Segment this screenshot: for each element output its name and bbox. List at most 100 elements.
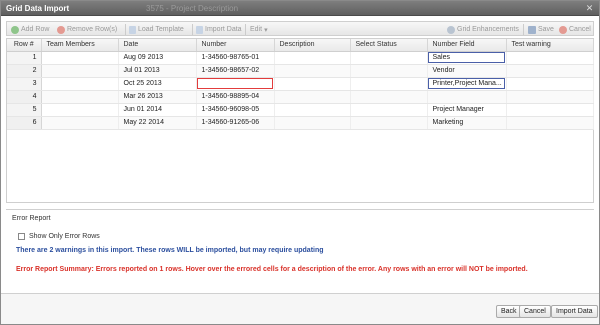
column-header-number[interactable]: Number xyxy=(196,39,275,52)
team-members-cell[interactable] xyxy=(41,103,119,117)
number-field-cell[interactable] xyxy=(427,90,507,104)
number-field-cell[interactable]: Project Manager xyxy=(427,103,507,117)
error-report-panel: Error Report Show Only Error Rows There … xyxy=(6,209,594,289)
row-number-cell: 6 xyxy=(7,116,42,130)
test-warning-cell[interactable] xyxy=(506,77,594,91)
description-cell[interactable] xyxy=(274,51,351,65)
table-row[interactable]: 5 Jun 01 2014 1-34560-96098-05 Project M… xyxy=(7,103,594,117)
edit-menu-button[interactable]: Edit ▾ xyxy=(250,24,268,35)
column-header-row-number[interactable]: Row # xyxy=(7,39,42,52)
cancel-toolbar-button[interactable]: Cancel xyxy=(559,24,591,35)
table-row[interactable]: 6 May 22 2014 1-34560-91265-06 Marketing xyxy=(7,116,594,130)
team-members-cell[interactable] xyxy=(41,64,119,78)
team-members-cell[interactable] xyxy=(41,90,119,104)
number-cell[interactable]: 1-34560-98765-01 xyxy=(196,51,275,65)
date-cell[interactable]: Jun 01 2014 xyxy=(118,103,197,117)
date-cell[interactable]: Jul 01 2013 xyxy=(118,64,197,78)
number-field-cell[interactable]: Sales xyxy=(427,51,507,65)
number-cell[interactable]: 1-34560-96098-05 xyxy=(196,103,275,117)
error-report-title: Error Report xyxy=(12,215,51,222)
import-data-button[interactable]: Import Data xyxy=(551,305,598,318)
grid-enhancements-label: Grid Enhancements xyxy=(457,26,519,33)
chevron-down-icon: ▾ xyxy=(264,26,268,34)
test-warning-cell[interactable] xyxy=(506,51,594,65)
number-cell[interactable]: 1-34560-98657-02 xyxy=(196,64,275,78)
toolbar-divider xyxy=(125,24,126,35)
cancel-toolbar-label: Cancel xyxy=(569,26,591,33)
number-field-cell[interactable]: Marketing xyxy=(427,116,507,130)
close-icon[interactable]: ✕ xyxy=(584,3,595,14)
show-only-error-rows-checkbox[interactable]: Show Only Error Rows xyxy=(18,233,100,240)
error-summary-message: Error Report Summary: Errors reported on… xyxy=(16,266,528,273)
dialog-title: Grid Data Import xyxy=(6,4,70,13)
description-cell[interactable] xyxy=(274,90,351,104)
row-number-cell: 1 xyxy=(7,51,42,65)
number-cell[interactable]: 1-34560-98895-04 xyxy=(196,90,275,104)
number-field-cell[interactable]: Printer,Project Mana... xyxy=(427,77,507,91)
checkbox-box[interactable] xyxy=(18,233,25,240)
table-row[interactable]: 4 Mar 26 2013 1-34560-98895-04 xyxy=(7,90,594,104)
test-warning-cell[interactable] xyxy=(506,64,594,78)
grid-header-row: Row # Team Members Date Number Descripti… xyxy=(7,39,594,52)
column-header-select-status[interactable]: Select Status xyxy=(350,39,428,52)
team-members-cell[interactable] xyxy=(41,51,119,65)
table-row[interactable]: 1 Aug 09 2013 1-34560-98765-01 Sales xyxy=(7,51,594,65)
number-cell-error[interactable] xyxy=(196,77,275,91)
column-header-test-warning[interactable]: Test warning xyxy=(506,39,594,52)
add-icon xyxy=(11,25,19,34)
column-header-date[interactable]: Date xyxy=(118,39,197,52)
description-cell[interactable] xyxy=(274,77,351,91)
date-cell[interactable]: Mar 26 2013 xyxy=(118,90,197,104)
import-data-toolbar-button[interactable]: Import Data xyxy=(196,24,242,35)
row-number-cell: 5 xyxy=(7,103,42,117)
test-warning-cell[interactable] xyxy=(506,116,594,130)
show-only-error-rows-label: Show Only Error Rows xyxy=(29,233,100,240)
select-status-cell[interactable] xyxy=(350,90,428,104)
remove-rows-button[interactable]: Remove Row(s) xyxy=(57,24,117,35)
date-cell[interactable]: Oct 25 2013 xyxy=(118,77,197,91)
save-button[interactable]: Save xyxy=(528,24,554,35)
select-status-cell[interactable] xyxy=(350,116,428,130)
import-data-toolbar-label: Import Data xyxy=(205,26,242,33)
number-field-cell[interactable]: Vendor xyxy=(427,64,507,78)
column-header-description[interactable]: Description xyxy=(274,39,351,52)
column-header-team-members[interactable]: Team Members xyxy=(41,39,119,52)
select-status-cell[interactable] xyxy=(350,77,428,91)
row-number-cell: 2 xyxy=(7,64,42,78)
cancel-button[interactable]: Cancel xyxy=(519,305,551,318)
toolbar-divider xyxy=(192,24,193,35)
remove-rows-label: Remove Row(s) xyxy=(67,26,118,33)
dialog-footer: Back Cancel Import Data xyxy=(1,293,599,324)
edit-menu-label: Edit xyxy=(250,26,263,33)
date-cell[interactable]: Aug 09 2013 xyxy=(118,51,197,65)
description-cell[interactable] xyxy=(274,116,351,130)
select-status-cell[interactable] xyxy=(350,103,428,117)
load-template-button[interactable]: Load Template xyxy=(129,24,184,35)
select-status-cell[interactable] xyxy=(350,64,428,78)
import-icon xyxy=(196,25,203,34)
select-status-cell[interactable] xyxy=(350,51,428,65)
test-warning-cell[interactable] xyxy=(506,103,594,117)
description-cell[interactable] xyxy=(274,103,351,117)
add-row-button[interactable]: Add Row xyxy=(11,24,49,35)
number-cell[interactable]: 1-34560-91265-06 xyxy=(196,116,275,130)
test-warning-cell[interactable] xyxy=(506,90,594,104)
date-cell[interactable]: May 22 2014 xyxy=(118,116,197,130)
warning-message: There are 2 warnings in this import. The… xyxy=(16,247,324,254)
column-header-number-field[interactable]: Number Field xyxy=(427,39,507,52)
gear-icon xyxy=(447,25,455,34)
load-template-label: Load Template xyxy=(138,26,184,33)
table-row[interactable]: 2 Jul 01 2013 1-34560-98657-02 Vendor xyxy=(7,64,594,78)
background-page-title: 3575 - Project Description xyxy=(146,4,239,13)
save-label: Save xyxy=(538,26,554,33)
toolbar-divider xyxy=(523,24,524,35)
team-members-cell[interactable] xyxy=(41,77,119,91)
grid-data-import-dialog: Grid Data Import 3575 - Project Descript… xyxy=(0,0,600,325)
remove-icon xyxy=(57,25,65,34)
table-row[interactable]: 3 Oct 25 2013 Printer,Project Mana... xyxy=(7,77,594,91)
dialog-titlebar: Grid Data Import 3575 - Project Descript… xyxy=(1,1,599,16)
description-cell[interactable] xyxy=(274,64,351,78)
grid-enhancements-button[interactable]: Grid Enhancements xyxy=(447,24,519,35)
back-button[interactable]: Back xyxy=(496,305,522,318)
team-members-cell[interactable] xyxy=(41,116,119,130)
